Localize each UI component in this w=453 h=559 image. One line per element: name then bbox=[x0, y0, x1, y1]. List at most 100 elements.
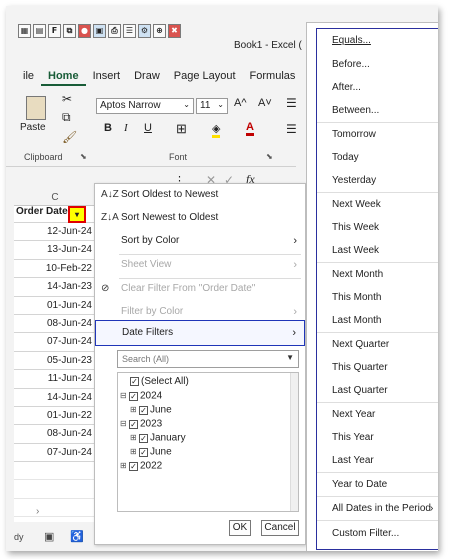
search-input[interactable]: Search (All) ▼ bbox=[117, 350, 299, 368]
between-item[interactable]: Between... bbox=[332, 105, 379, 116]
custom-filter-item[interactable]: Custom Filter... bbox=[332, 528, 399, 539]
sheet-nav-next-icon[interactable]: › bbox=[36, 506, 39, 517]
underline-button[interactable]: U bbox=[144, 122, 152, 134]
paste-button[interactable]: Paste bbox=[20, 122, 46, 133]
sort-newest-oldest-item[interactable]: Z↓A Sort Newest to Oldest bbox=[95, 207, 305, 229]
insert-icon[interactable]: ⊕ bbox=[153, 24, 166, 38]
tab-home[interactable]: Home bbox=[41, 70, 86, 86]
checkbox-icon[interactable]: ✓ bbox=[129, 461, 138, 471]
checkbox-icon[interactable]: ✓ bbox=[139, 447, 148, 457]
last-quarter-item[interactable]: Last Quarter bbox=[332, 385, 388, 396]
expand-icon[interactable]: ⊞ bbox=[130, 445, 138, 459]
date-cell[interactable]: 01-Jun-22 bbox=[14, 407, 96, 426]
tab-insert[interactable]: Insert bbox=[86, 70, 128, 86]
cut-icon[interactable]: ✂ bbox=[62, 92, 72, 106]
date-cell[interactable]: 12-Jun-24 bbox=[14, 223, 96, 242]
print-icon[interactable]: ⎙ bbox=[108, 24, 121, 38]
expand-icon[interactable]: ⊞ bbox=[130, 403, 138, 417]
select-all-node[interactable]: ✓ (Select All) bbox=[130, 375, 189, 389]
font-color-button[interactable]: A bbox=[246, 121, 254, 136]
year-2023-node[interactable]: ⊟ ✓ 2023 bbox=[120, 417, 162, 431]
copy-icon[interactable]: ⧉ bbox=[62, 110, 71, 125]
expand-icon[interactable]: ⊞ bbox=[130, 431, 138, 445]
expand-icon[interactable]: ⊞ bbox=[120, 459, 128, 473]
collapse-icon[interactable]: ⊟ bbox=[120, 417, 128, 431]
picture-icon[interactable]: ▣ bbox=[93, 24, 106, 38]
next-month-item[interactable]: Next Month bbox=[332, 269, 383, 280]
this-week-item[interactable]: This Week bbox=[332, 222, 379, 233]
month-january-node[interactable]: ⊞ ✓ January bbox=[130, 431, 186, 445]
month-june-node[interactable]: ⊞ ✓ June bbox=[130, 445, 172, 459]
date-cell[interactable]: 08-Jun-24 bbox=[14, 315, 96, 334]
after-item[interactable]: After... bbox=[332, 82, 361, 93]
f-icon[interactable]: F bbox=[48, 24, 61, 38]
font-size-select[interactable]: 11 ⌄ bbox=[196, 98, 228, 114]
empty-cell[interactable] bbox=[14, 462, 96, 481]
tree-scrollbar[interactable] bbox=[290, 373, 298, 511]
empty-cell[interactable] bbox=[14, 499, 96, 518]
font-launcher-icon[interactable]: ⬊ bbox=[266, 152, 273, 161]
camera-icon[interactable]: ▣ bbox=[44, 530, 54, 543]
bold-button[interactable]: B bbox=[104, 122, 112, 134]
header-cell[interactable]: Order Date ▾ bbox=[14, 206, 96, 223]
next-quarter-item[interactable]: Next Quarter bbox=[332, 339, 389, 350]
checkbox-icon[interactable]: ✓ bbox=[139, 405, 148, 415]
date-cell[interactable]: 14-Jun-24 bbox=[14, 389, 96, 407]
sort-oldest-newest-item[interactable]: A↓Z Sort Oldest to Newest bbox=[95, 184, 305, 206]
month-june-node[interactable]: ⊞ ✓ June bbox=[130, 403, 172, 417]
sort-by-color-item[interactable]: Sort by Color › bbox=[95, 230, 305, 252]
layout-icon[interactable]: ☰ bbox=[123, 24, 136, 38]
tab-file[interactable]: ile bbox=[16, 70, 41, 86]
tab-draw[interactable]: Draw bbox=[127, 70, 167, 86]
checkbox-icon[interactable]: ✓ bbox=[129, 419, 138, 429]
date-cell[interactable]: 10-Feb-22 bbox=[14, 260, 96, 279]
font-name-select[interactable]: Aptos Narrow ⌄ bbox=[96, 98, 194, 114]
gear-icon[interactable]: ⚙ bbox=[138, 24, 151, 38]
date-cell[interactable]: 11-Jun-24 bbox=[14, 370, 96, 389]
date-cell[interactable]: 08-Jun-24 bbox=[14, 425, 96, 444]
before-item[interactable]: Before... bbox=[332, 59, 370, 70]
italic-button[interactable]: I bbox=[124, 122, 128, 134]
date-cell[interactable]: 14-Jan-23 bbox=[14, 278, 96, 297]
this-year-item[interactable]: This Year bbox=[332, 432, 374, 443]
align-left-icon[interactable]: ☰ bbox=[286, 122, 297, 136]
all-dates-in-period-item[interactable]: All Dates in the Period › bbox=[332, 503, 433, 514]
format-painter-icon[interactable]: 🖌 bbox=[62, 130, 77, 144]
clipboard-launcher-icon[interactable]: ⬊ bbox=[80, 152, 87, 161]
empty-cell[interactable] bbox=[14, 480, 96, 499]
today-item[interactable]: Today bbox=[332, 152, 359, 163]
date-cell[interactable]: 13-Jun-24 bbox=[14, 241, 96, 260]
tomorrow-item[interactable]: Tomorrow bbox=[332, 129, 376, 140]
checkbox-icon[interactable]: ✓ bbox=[129, 391, 138, 401]
date-cell[interactable]: 07-Jun-24 bbox=[14, 444, 96, 463]
date-cell[interactable]: 01-Jun-24 bbox=[14, 297, 96, 315]
last-year-item[interactable]: Last Year bbox=[332, 455, 374, 466]
shrink-font-button[interactable]: A˅ bbox=[258, 97, 272, 109]
paste-icon[interactable] bbox=[26, 96, 46, 120]
this-month-item[interactable]: This Month bbox=[332, 292, 381, 303]
grid-icon[interactable]: ▦ bbox=[18, 24, 31, 38]
grow-font-button[interactable]: A^ bbox=[234, 97, 247, 109]
table-icon[interactable]: ▤ bbox=[33, 24, 46, 38]
checkbox-icon[interactable]: ✓ bbox=[130, 376, 139, 386]
accessibility-icon[interactable]: ♿ bbox=[70, 530, 84, 543]
this-quarter-item[interactable]: This Quarter bbox=[332, 362, 388, 373]
last-month-item[interactable]: Last Month bbox=[332, 315, 381, 326]
filter-dropdown-button[interactable]: ▾ bbox=[68, 206, 86, 223]
borders-icon[interactable]: ⊞ bbox=[176, 121, 187, 137]
cancel-button[interactable]: Cancel bbox=[261, 520, 299, 536]
align-top-icon[interactable]: ☰ bbox=[286, 96, 297, 110]
copy-doc-icon[interactable]: ⧉ bbox=[63, 24, 76, 38]
date-cell[interactable]: 07-Jun-24 bbox=[14, 333, 96, 352]
year-to-date-item[interactable]: Year to Date bbox=[332, 479, 387, 490]
record-icon[interactable]: ● bbox=[78, 24, 91, 38]
fill-color-icon[interactable]: ◈ bbox=[212, 122, 221, 138]
collapse-icon[interactable]: ⊟ bbox=[120, 389, 128, 403]
date-cell[interactable]: 05-Jun-23 bbox=[14, 352, 96, 371]
column-header-c[interactable]: C bbox=[14, 192, 96, 206]
tab-formulas[interactable]: Formulas bbox=[243, 70, 303, 86]
checkbox-icon[interactable]: ✓ bbox=[139, 433, 148, 443]
year-2022-node[interactable]: ⊞ ✓ 2022 bbox=[120, 459, 162, 473]
delete-icon[interactable]: ✖ bbox=[168, 24, 181, 38]
yesterday-item[interactable]: Yesterday bbox=[332, 175, 376, 186]
